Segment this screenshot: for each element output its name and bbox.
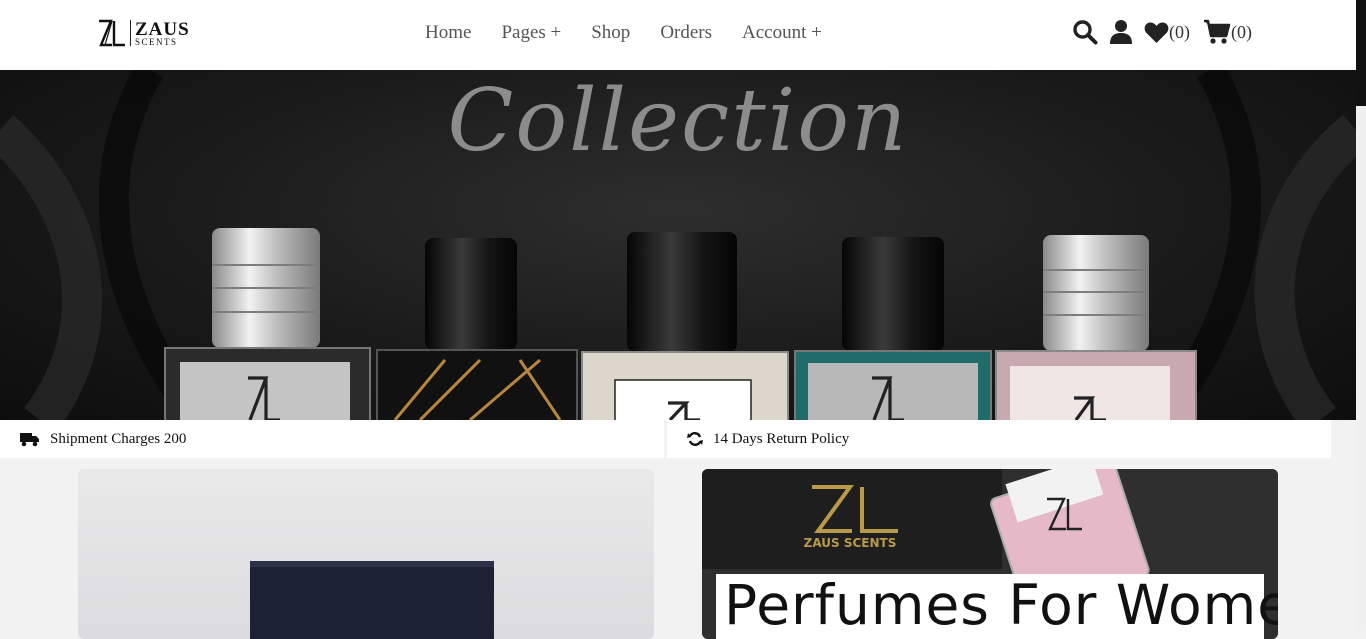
nav-home[interactable]: Home (425, 22, 471, 44)
search-icon (1073, 20, 1098, 45)
hero-banner[interactable]: Collection (0, 70, 1356, 420)
nav-pages[interactable]: Pages + (501, 22, 561, 44)
brand-tagline: SCENTS (135, 36, 178, 47)
product-card-women[interactable]: ZAUS SCENTS Perfumes For Women (702, 469, 1278, 639)
scrollbar-thumb[interactable] (1356, 0, 1366, 106)
truck-icon (20, 433, 39, 447)
search-button[interactable] (1072, 19, 1098, 45)
shipment-text: Shipment Charges 200 (50, 430, 187, 447)
nav-account[interactable]: Account + (742, 22, 822, 44)
return-policy-text: 14 Days Return Policy (713, 430, 850, 447)
wishlist-count: (0) (1169, 21, 1190, 42)
brand-logo[interactable]: ZAUS SCENTS (98, 18, 190, 48)
heart-icon (1144, 22, 1169, 43)
site-header: ZAUS SCENTS Home Pages + Shop Orders Acc… (0, 0, 1356, 70)
svg-text:ZAUS SCENTS: ZAUS SCENTS (804, 536, 897, 550)
perfume-box-image (250, 561, 494, 639)
return-policy-info: 14 Days Return Policy (667, 420, 1331, 458)
policy-strip: Shipment Charges 200 14 Days Return Poli… (0, 420, 1331, 458)
logo-divider (130, 20, 131, 46)
cart-icon (1204, 19, 1231, 44)
main-nav: Home Pages + Shop Orders Account + (425, 22, 822, 44)
zaus-logo-mark-icon (99, 19, 125, 47)
cart-count: (0) (1231, 21, 1252, 42)
brand-wordmark: ZAUS SCENTS (135, 20, 190, 47)
hero-perfume-collection-image: Collection (0, 70, 1356, 420)
nav-shop[interactable]: Shop (591, 22, 630, 44)
user-icon (1110, 20, 1132, 44)
women-collection-title: Perfumes For Women (724, 573, 1278, 637)
page-scrollbar[interactable] (1356, 0, 1366, 631)
cart-button[interactable]: (0) (1203, 19, 1252, 45)
account-button[interactable] (1110, 19, 1132, 45)
wishlist-button[interactable]: (0) (1144, 21, 1190, 44)
header-tools: (0) (0) (1072, 19, 1252, 45)
nav-orders[interactable]: Orders (660, 22, 712, 44)
refresh-icon (687, 432, 703, 446)
product-card-men[interactable] (78, 469, 654, 639)
hero-collection-script: Collection (448, 71, 909, 171)
shipment-info: Shipment Charges 200 (0, 420, 664, 458)
brand-name: ZAUS (135, 18, 190, 40)
